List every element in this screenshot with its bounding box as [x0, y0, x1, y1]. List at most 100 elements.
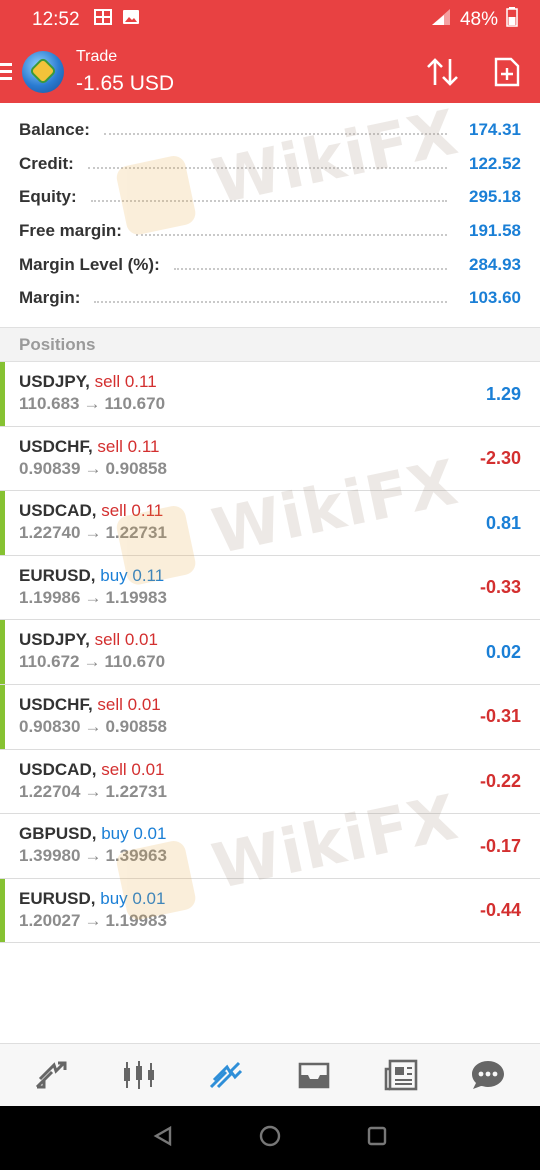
position-row[interactable]: USDJPY, sell 0.11 110.683 → 110.670 1.29	[0, 362, 540, 427]
position-profit: -0.31	[479, 706, 521, 727]
system-navigation-bar	[0, 1106, 540, 1170]
position-row[interactable]: USDCHF, sell 0.11 0.90839 → 0.90858 -2.30	[0, 427, 540, 492]
position-row[interactable]: EURUSD, buy 0.01 1.20027 → 1.19983 -0.44	[0, 878, 540, 944]
position-symbol: GBPUSD,	[19, 824, 97, 844]
summary-label: Balance:	[19, 119, 90, 139]
battery-icon	[506, 7, 518, 33]
open-price: 1.20027	[19, 910, 81, 930]
position-row[interactable]: USDCAD, sell 0.11 1.22740 → 1.22731 0.81	[0, 491, 540, 556]
dotted-leader	[173, 267, 447, 270]
position-side: buy 0.01	[101, 824, 167, 844]
dotted-leader	[135, 233, 447, 236]
arrow-icon: →	[83, 652, 101, 672]
back-icon[interactable]	[152, 1125, 174, 1152]
trade-icon[interactable]	[196, 1050, 256, 1100]
position-profit: -0.33	[479, 577, 521, 598]
dotted-leader	[103, 132, 447, 135]
current-price: 0.90858	[105, 458, 167, 478]
position-symbol: USDCAD,	[19, 501, 97, 521]
app-title: Trade	[76, 47, 118, 65]
position-profit: -0.17	[479, 835, 521, 856]
position-side: sell 0.11	[101, 501, 164, 521]
position-row[interactable]: GBPUSD, buy 0.01 1.39980 → 1.39963 -0.17	[0, 814, 540, 879]
sort-icon[interactable]	[426, 57, 460, 87]
position-symbol: USDCAD,	[19, 759, 97, 779]
summary-value: 295.18	[469, 187, 521, 207]
current-price: 1.39963	[105, 846, 167, 866]
summary-label: Equity:	[19, 187, 77, 207]
summary-row-credit: Credit: 122.52	[0, 147, 540, 181]
open-price: 1.22704	[19, 781, 81, 801]
position-side: sell 0.01	[101, 759, 165, 779]
dotted-leader	[94, 301, 447, 304]
position-symbol: USDJPY,	[19, 372, 90, 391]
current-price: 1.22731	[105, 523, 167, 543]
app-bar: Trade -1.65 USD	[0, 40, 540, 103]
position-side: sell 0.11	[94, 372, 157, 391]
arrow-icon: →	[84, 781, 102, 801]
arrow-icon: →	[84, 910, 102, 930]
position-side: buy 0.11	[100, 565, 165, 585]
menu-icon[interactable]	[0, 63, 14, 80]
summary-label: Margin:	[19, 288, 81, 308]
position-row[interactable]: USDJPY, sell 0.01 110.672 → 110.670 0.02	[0, 620, 540, 685]
summary-value: 191.58	[469, 220, 521, 240]
arrow-icon: →	[84, 587, 102, 607]
open-price: 1.22740	[19, 523, 81, 543]
bottom-navigation	[0, 1043, 540, 1106]
dotted-leader	[90, 200, 447, 203]
position-symbol: USDJPY,	[19, 630, 90, 650]
quotes-icon[interactable]	[22, 1050, 82, 1100]
arrow-icon: →	[84, 458, 102, 478]
position-profit: 0.02	[485, 641, 521, 662]
chat-icon[interactable]	[458, 1050, 518, 1100]
summary-label: Credit:	[19, 153, 74, 173]
position-row[interactable]: USDCHF, sell 0.01 0.90830 → 0.90858 -0.31	[0, 684, 540, 750]
summary-label: Margin Level (%):	[19, 254, 160, 274]
position-symbol: EURUSD,	[19, 888, 96, 908]
open-price: 0.90839	[19, 458, 81, 478]
summary-value: 174.31	[469, 119, 521, 139]
current-price: 110.670	[104, 394, 166, 413]
history-icon[interactable]	[284, 1050, 344, 1100]
new-order-icon[interactable]	[494, 57, 520, 87]
app-logo	[22, 50, 64, 93]
position-profit: -0.44	[479, 900, 521, 921]
summary-row-margin: Margin: 103.60	[0, 281, 540, 315]
chart-icon[interactable]	[109, 1050, 169, 1100]
current-price: 1.22731	[105, 781, 167, 801]
status-time: 12:52	[32, 9, 80, 30]
arrow-icon: →	[84, 716, 102, 736]
arrow-icon: →	[84, 523, 102, 543]
open-price: 110.683	[19, 394, 80, 413]
position-symbol: USDCHF,	[19, 694, 93, 714]
position-profit: 0.81	[485, 512, 521, 533]
current-price: 1.19983	[105, 910, 167, 930]
home-icon[interactable]	[258, 1124, 282, 1153]
open-price: 110.672	[19, 652, 80, 672]
position-profit: -0.22	[479, 771, 521, 792]
position-symbol: USDCHF,	[19, 436, 93, 456]
arrow-icon: →	[83, 394, 101, 413]
current-price: 1.19983	[105, 587, 167, 607]
summary-value: 284.93	[469, 254, 521, 274]
current-price: 110.670	[104, 652, 166, 672]
open-price: 1.39980	[19, 846, 81, 866]
news-icon[interactable]	[371, 1050, 431, 1100]
positions-list: USDJPY, sell 0.11 110.683 → 110.670 1.29 U…	[0, 362, 540, 944]
dotted-leader	[87, 166, 447, 169]
status-bar: 12:52 48%	[0, 0, 540, 40]
arrow-icon: →	[84, 846, 102, 866]
summary-value: 103.60	[469, 288, 521, 308]
position-side: sell 0.01	[94, 630, 158, 650]
summary-row-balance: Balance: 174.31	[0, 113, 540, 147]
summary-value: 122.52	[469, 153, 521, 173]
position-side: sell 0.11	[97, 436, 160, 456]
open-price: 0.90830	[19, 716, 81, 736]
position-symbol: EURUSD,	[19, 565, 96, 585]
recents-icon[interactable]	[366, 1125, 388, 1152]
position-row[interactable]: USDCAD, sell 0.01 1.22704 → 1.22731 -0.22	[0, 750, 540, 815]
current-price: 0.90858	[105, 716, 167, 736]
position-row[interactable]: EURUSD, buy 0.11 1.19986 → 1.19983 -0.33	[0, 556, 540, 621]
summary-label: Free margin:	[19, 220, 122, 240]
